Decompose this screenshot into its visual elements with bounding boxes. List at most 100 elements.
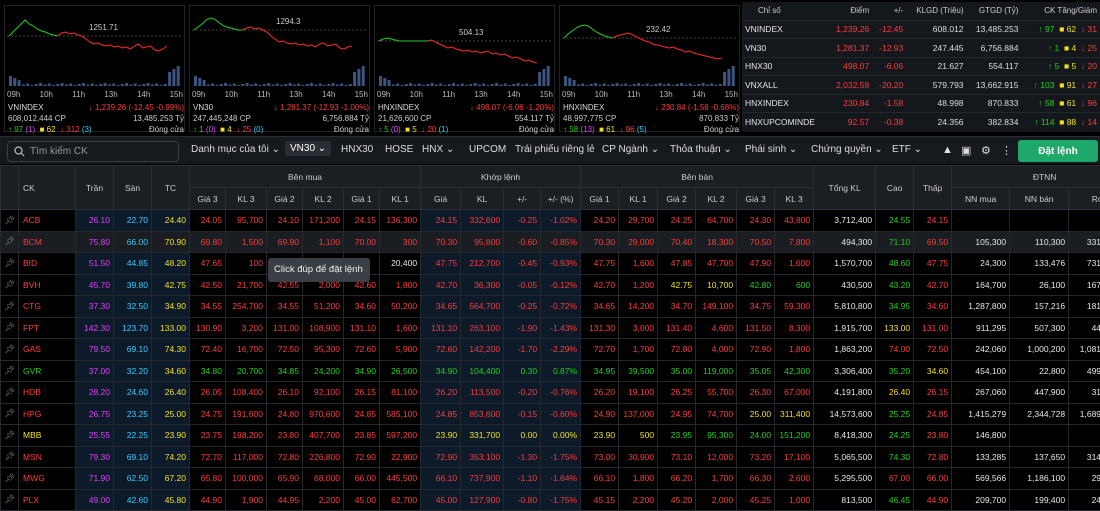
tab-trai-phieu[interactable]: Trái phiếu riêng lẻ bbox=[515, 144, 595, 155]
cell-symbol[interactable]: HPG bbox=[19, 403, 76, 425]
stock-row[interactable]: 📌︎HPG26.7523.2525.0024.75191,60024.80970… bbox=[1, 403, 1100, 425]
chart-panel-hnx30[interactable]: 504.13 09h10h11h13h14h15h HNXINDEX ↓ 498… bbox=[374, 5, 555, 132]
board-col-header[interactable]: Giá 3 bbox=[737, 188, 775, 210]
stock-row[interactable]: 📌︎BVH45.7039.8042.7542.5021,70042.552,00… bbox=[1, 274, 1100, 296]
index-row[interactable]: VNXALL 2,032.58 -20.20 579.793 13,662.91… bbox=[742, 76, 1100, 95]
col-ceiling[interactable]: Trần bbox=[76, 166, 114, 210]
cell-total-volume: 430,500 bbox=[814, 274, 876, 296]
stock-row[interactable]: 📌︎MWG71.9062.5067.2065.80100,00065.9068,… bbox=[1, 468, 1100, 490]
stock-row[interactable]: 📌︎FPT142.30123.70133.00130.903,200131.00… bbox=[1, 317, 1100, 339]
tab-thoa-thuan[interactable]: Thỏa thuận ⌄ bbox=[670, 144, 732, 155]
tab-chung-quyen[interactable]: Chứng quyền ⌄ bbox=[811, 144, 883, 155]
board-col-header[interactable]: NN mua bbox=[952, 188, 1010, 210]
board-col-header[interactable]: KL 1 bbox=[619, 188, 658, 210]
cell-symbol[interactable]: BID bbox=[19, 253, 76, 275]
index-row[interactable]: HNXUPCOMINDE 92.57 -0.38 24.356 382.834 … bbox=[742, 113, 1100, 132]
tab-upcom[interactable]: UPCOM bbox=[469, 144, 506, 155]
tab-hose[interactable]: HOSE bbox=[385, 144, 413, 155]
stock-row[interactable]: 📌︎GAS79.5069.1074.3072.4016,70072.5095,3… bbox=[1, 339, 1100, 361]
tab-cp-nganh[interactable]: CP Ngành ⌄ bbox=[602, 144, 659, 155]
col-reference[interactable]: TC bbox=[152, 166, 190, 210]
index-row[interactable]: HNX30 498.07 -6.06 21.627 554.117 ↑ 5 ■ … bbox=[742, 57, 1100, 76]
board-col-header[interactable]: Giá 3 bbox=[190, 188, 226, 210]
chart-panel-hnxindex[interactable]: 232.42 09h10h11h13h14h15h HNXINDEX ↓ 230… bbox=[559, 5, 740, 132]
cell-symbol[interactable]: MWG bbox=[19, 468, 76, 490]
index-row[interactable]: HNXINDEX 230.84 -1.58 48.998 870.833 ↑ 5… bbox=[742, 94, 1100, 113]
tab-danh-muc[interactable]: Danh mục của tôi ⌄ bbox=[191, 144, 280, 155]
cell-symbol[interactable]: BCM bbox=[19, 231, 76, 253]
tab-hnx[interactable]: HNX ⌄ bbox=[422, 144, 454, 155]
index-row[interactable]: VN30 1,281.37 -12.93 247.445 6,756.884 ↑… bbox=[742, 39, 1100, 58]
stock-row[interactable]: 📌︎MBB25.5522.2523.9023.75198,20023.80407… bbox=[1, 425, 1100, 447]
col-symbol[interactable]: CK bbox=[19, 166, 76, 210]
board-col-header[interactable]: +/- (%) bbox=[541, 188, 581, 210]
stock-row[interactable]: 📌︎GVR37.0032.2034.6034.8020,70034.8524,2… bbox=[1, 360, 1100, 382]
pin-icon[interactable]: 📌︎ bbox=[1, 231, 19, 253]
stock-row[interactable]: 📌︎MSN79.3069.1074.2072.70117,00072.80226… bbox=[1, 446, 1100, 468]
board-col-header[interactable]: Giá 2 bbox=[267, 188, 303, 210]
tab-vn30[interactable]: VN30 ⌄ bbox=[285, 141, 331, 156]
stock-row[interactable]: 📌︎ACB26.1022.7024.4024.0595,70024.10171,… bbox=[1, 210, 1100, 232]
board-col-header[interactable]: KL 2 bbox=[696, 188, 737, 210]
pin-icon[interactable]: 📌︎ bbox=[1, 360, 19, 382]
board-col-header[interactable]: Giá bbox=[421, 188, 461, 210]
cell-symbol[interactable]: PLX bbox=[19, 489, 76, 511]
cell-symbol[interactable]: CTG bbox=[19, 296, 76, 318]
cell-symbol[interactable]: ACB bbox=[19, 210, 76, 232]
board-col-header[interactable]: NN bán bbox=[1010, 188, 1069, 210]
col-floor[interactable]: Sàn bbox=[114, 166, 152, 210]
col-low[interactable]: Thấp bbox=[914, 166, 952, 210]
cell-symbol[interactable]: HDB bbox=[19, 382, 76, 404]
col-high[interactable]: Cao bbox=[876, 166, 914, 210]
pin-icon[interactable]: 📌︎ bbox=[1, 425, 19, 447]
board-col-header[interactable]: Giá 1 bbox=[344, 188, 380, 210]
pin-icon[interactable]: 📌︎ bbox=[1, 446, 19, 468]
cell-symbol[interactable]: GAS bbox=[19, 339, 76, 361]
cell-symbol[interactable]: GVR bbox=[19, 360, 76, 382]
board-col-header[interactable]: KL 1 bbox=[380, 188, 421, 210]
index-row[interactable]: VNINDEX 1,239.26 -12.45 608.012 13,485.2… bbox=[742, 20, 1100, 39]
search-input[interactable] bbox=[30, 144, 170, 159]
pin-icon[interactable]: 📌︎ bbox=[1, 210, 19, 232]
pin-icon[interactable]: 📌︎ bbox=[1, 274, 19, 296]
chart-panel-vnindex[interactable]: 1251.71 09h10h11h13h14h15h VNINDEX ↓ 1,2… bbox=[4, 5, 185, 132]
stock-row[interactable]: 📌︎CTG37.3032.5034.9034.55254,70034.5551,… bbox=[1, 296, 1100, 318]
pin-icon[interactable]: 📌︎ bbox=[1, 382, 19, 404]
col-total-volume[interactable]: Tổng KL bbox=[814, 166, 876, 210]
cell-symbol[interactable]: MBB bbox=[19, 425, 76, 447]
pin-icon[interactable]: 📌︎ bbox=[1, 296, 19, 318]
pin-icon[interactable]: 📌︎ bbox=[1, 403, 19, 425]
stock-row[interactable]: 📌︎BID51.5044.8548.2047.6510020,40047.752… bbox=[1, 253, 1100, 275]
stock-row[interactable]: 📌︎PLX49.0042.6045.8044.901,90044.952,200… bbox=[1, 489, 1100, 511]
cell-symbol[interactable]: FPT bbox=[19, 317, 76, 339]
chart-panel-vn30[interactable]: 1294.3 09h10h11h13h14h15h VN30 ↓ 1,281.3… bbox=[189, 5, 370, 132]
market-status: Đóng cửa bbox=[149, 124, 184, 135]
export-icon[interactable]: ▣ bbox=[961, 144, 971, 157]
stock-row[interactable]: 📌︎BCM75.8066.0070.9069.801,50069.901,100… bbox=[1, 231, 1100, 253]
search-box[interactable] bbox=[7, 141, 179, 162]
gear-icon[interactable]: ⚙ bbox=[981, 144, 991, 157]
cell-match-vol: 331,700 bbox=[461, 425, 504, 447]
board-col-header[interactable]: Room bbox=[1069, 188, 1100, 210]
board-col-header[interactable]: KL 2 bbox=[303, 188, 344, 210]
pin-icon[interactable]: 📌︎ bbox=[1, 489, 19, 511]
board-col-header[interactable]: Giá 1 bbox=[581, 188, 619, 210]
tab-phai-sinh[interactable]: Phái sinh ⌄ bbox=[745, 144, 797, 155]
pin-icon[interactable]: 📌︎ bbox=[1, 253, 19, 275]
pin-icon[interactable]: 📌︎ bbox=[1, 317, 19, 339]
place-order-button[interactable]: Đặt lệnh bbox=[1018, 140, 1098, 162]
more-icon[interactable]: ⋮ bbox=[1001, 144, 1012, 157]
cell-symbol[interactable]: BVH bbox=[19, 274, 76, 296]
arrow-up-icon[interactable]: ▲ bbox=[942, 144, 953, 156]
tab-etf[interactable]: ETF ⌄ bbox=[892, 144, 922, 155]
board-col-header[interactable]: Giá 2 bbox=[658, 188, 696, 210]
pin-icon[interactable]: 📌︎ bbox=[1, 468, 19, 490]
pin-icon[interactable]: 📌︎ bbox=[1, 339, 19, 361]
board-col-header[interactable]: KL bbox=[461, 188, 504, 210]
board-col-header[interactable]: KL 3 bbox=[775, 188, 814, 210]
board-col-header[interactable]: KL 3 bbox=[226, 188, 267, 210]
board-col-header[interactable]: +/- bbox=[504, 188, 541, 210]
cell-symbol[interactable]: MSN bbox=[19, 446, 76, 468]
stock-row[interactable]: 📌︎HDB28.2024.6026.4026.05108,40026.1092,… bbox=[1, 382, 1100, 404]
tab-hnx30[interactable]: HNX30 bbox=[341, 144, 373, 155]
